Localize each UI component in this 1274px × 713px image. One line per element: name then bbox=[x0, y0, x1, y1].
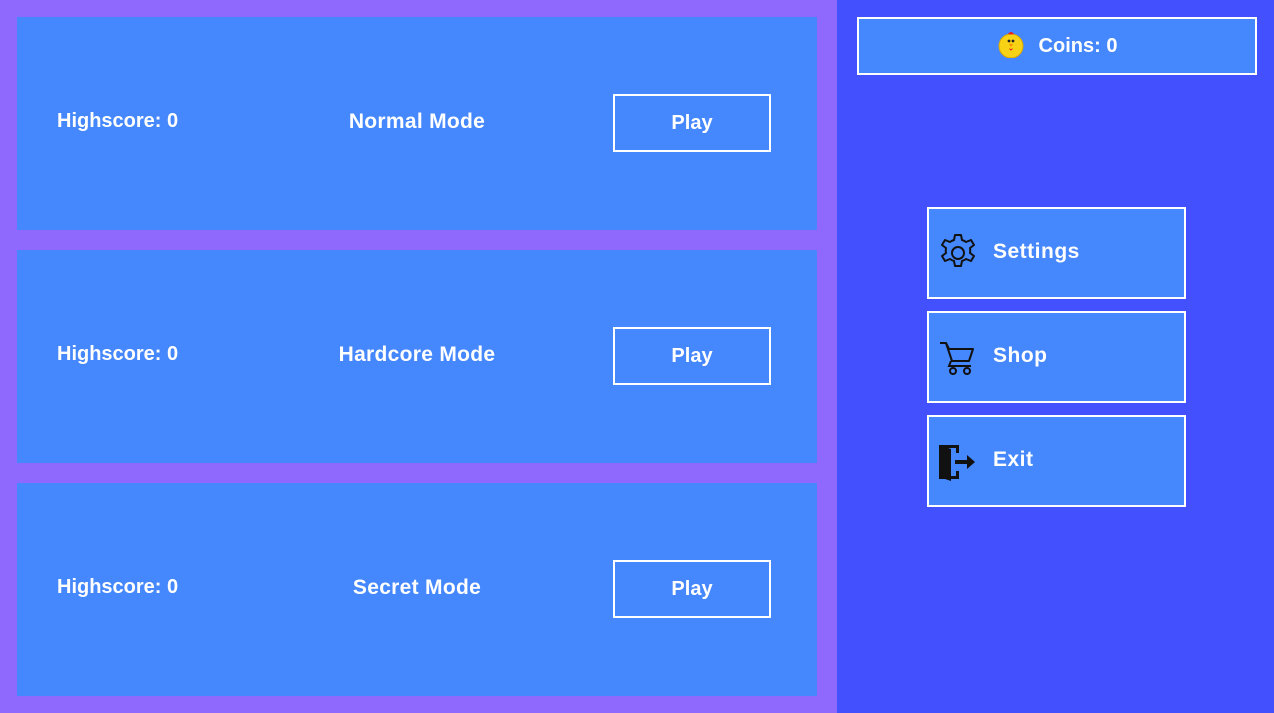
cart-icon bbox=[940, 342, 974, 375]
mode-card-hardcore: Highscore: 0 Hardcore Mode Play bbox=[17, 250, 817, 463]
mode-card-secret: Highscore: 0 Secret Mode Play bbox=[17, 483, 817, 696]
shop-button[interactable]: Shop bbox=[927, 311, 1186, 403]
highscore-label: Highscore: 0 bbox=[57, 110, 179, 132]
exit-door-icon bbox=[939, 445, 975, 481]
highscore-label: Highscore: 0 bbox=[57, 343, 179, 365]
mode-card-normal: Highscore: 0 Normal Mode Play bbox=[17, 17, 817, 230]
exit-label: Exit bbox=[993, 448, 1034, 471]
play-secret-button[interactable]: Play bbox=[613, 560, 771, 618]
mode-title: Normal Mode bbox=[348, 110, 486, 133]
gear-icon bbox=[941, 234, 975, 267]
coins-count: Coins: 0 bbox=[1038, 34, 1118, 57]
shop-label: Shop bbox=[993, 344, 1048, 367]
mode-title: Secret Mode bbox=[352, 576, 482, 599]
mode-title: Hardcore Mode bbox=[338, 343, 496, 366]
settings-label: Settings bbox=[993, 240, 1080, 263]
exit-button[interactable]: Exit bbox=[927, 415, 1186, 507]
play-normal-button[interactable]: Play bbox=[613, 94, 771, 152]
chicken-coin-icon bbox=[998, 32, 1024, 58]
settings-button[interactable]: Settings bbox=[927, 207, 1186, 299]
play-hardcore-button[interactable]: Play bbox=[613, 327, 771, 385]
mode-select-panel: Highscore: 0 Normal Mode Play Highscore:… bbox=[0, 0, 837, 713]
coins-display: Coins: 0 bbox=[857, 17, 1257, 75]
highscore-label: Highscore: 0 bbox=[57, 576, 179, 598]
